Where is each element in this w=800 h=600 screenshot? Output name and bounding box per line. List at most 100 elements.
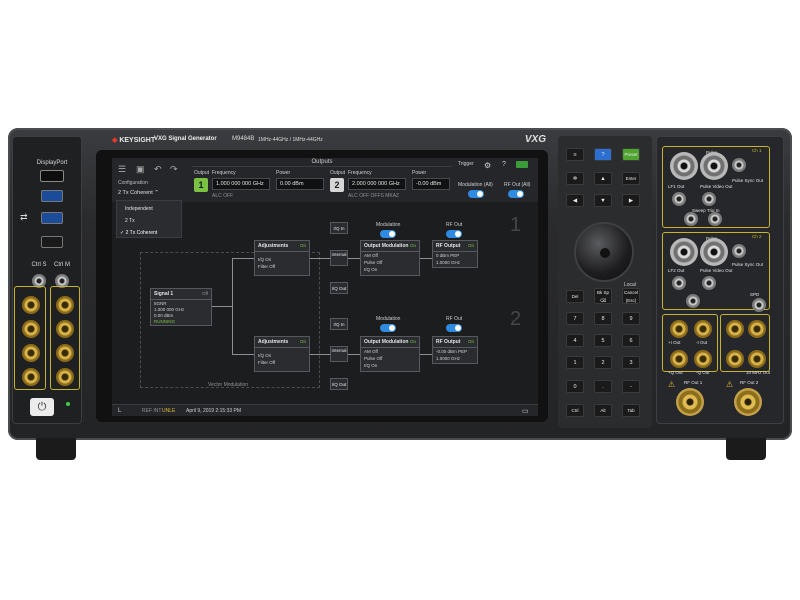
- ch2-modulation-toggle[interactable]: [380, 324, 396, 332]
- key-dot[interactable]: .: [594, 380, 612, 393]
- pulse-sync-connector[interactable]: [732, 244, 746, 258]
- gold-connector[interactable]: [726, 350, 744, 368]
- key-5[interactable]: 5: [594, 334, 612, 347]
- sweep-trig-in2-connector[interactable]: [686, 294, 700, 308]
- output1-number[interactable]: 1: [194, 178, 208, 192]
- del-key[interactable]: Del: [566, 290, 584, 303]
- backspace-key[interactable]: Bk Sp ⌫: [594, 288, 612, 304]
- ch2-output-modulation-block[interactable]: Output Modulation On AM Off Pulse Off I/…: [360, 336, 420, 372]
- help-key[interactable]: ?: [594, 148, 612, 161]
- menu-item-2tx-coherent[interactable]: ✓ 2 Tx Coherent: [120, 230, 157, 236]
- key-3[interactable]: 3: [622, 356, 640, 369]
- pulse1-connector[interactable]: [700, 152, 728, 180]
- ch1-switch-block[interactable]: Internal: [330, 250, 348, 266]
- undo-icon[interactable]: ↶: [154, 164, 162, 175]
- key-minus[interactable]: -: [622, 380, 640, 393]
- rf-connector[interactable]: [670, 238, 698, 266]
- key-6[interactable]: 6: [622, 334, 640, 347]
- ch2-adjustments-block[interactable]: Adjustments On I/Q On Filter Off: [254, 336, 310, 372]
- ch1-modulation-toggle[interactable]: [380, 230, 396, 238]
- power-button[interactable]: ⏻: [30, 398, 54, 416]
- ch1-rf-out-toggle[interactable]: [446, 230, 462, 238]
- gold-connector[interactable]: [694, 350, 712, 368]
- key-1[interactable]: 1: [566, 356, 584, 369]
- enter-key[interactable]: Enter: [622, 172, 640, 185]
- output1-frequency-field[interactable]: 1.000 000 000 GHz: [212, 178, 270, 190]
- redo-icon[interactable]: ↷: [170, 164, 178, 175]
- gold-connector[interactable]: [56, 296, 74, 314]
- rf-out1-connector[interactable]: [676, 388, 704, 416]
- key-8[interactable]: 8: [594, 312, 612, 325]
- lf1-out-connector[interactable]: [672, 192, 686, 206]
- displayport-connector[interactable]: [40, 170, 64, 182]
- usb-port-3[interactable]: [41, 236, 63, 248]
- left-arrow-key[interactable]: ◀: [566, 194, 584, 207]
- output2-power-field[interactable]: -0.00 dBm: [412, 178, 450, 190]
- ch1-output-modulation-block[interactable]: Output Modulation On AM Off Pulse Off I/…: [360, 240, 420, 276]
- usb-port-2[interactable]: [41, 212, 63, 224]
- lock-icon[interactable]: L: [118, 408, 121, 414]
- pulse-video-out2-connector[interactable]: [702, 276, 716, 290]
- signal-block[interactable]: Signal 1 Off 5GNR 1.000 000 GHz 0.00 dBm…: [150, 288, 212, 326]
- gold-connector[interactable]: [670, 350, 688, 368]
- rf-connector[interactable]: [670, 152, 698, 180]
- output2-frequency-field[interactable]: 2.000 000 000 GHz: [348, 178, 406, 190]
- menu-item-independent[interactable]: Independent: [125, 206, 153, 212]
- pulse-sync-connector[interactable]: [732, 158, 746, 172]
- gold-connector[interactable]: [22, 296, 40, 314]
- lf2-out-connector[interactable]: [672, 276, 686, 290]
- preset-key[interactable]: Preset: [622, 148, 640, 161]
- menu-item-2tx[interactable]: 2 Tx: [125, 218, 135, 224]
- key-7[interactable]: 7: [566, 312, 584, 325]
- ch2-iq-out-block[interactable]: I/Q Out: [330, 378, 348, 390]
- rf-out2-connector[interactable]: [734, 388, 762, 416]
- settings-key[interactable]: ✲: [566, 172, 584, 185]
- rotary-knob[interactable]: [574, 222, 634, 282]
- ch1-iq-in-block[interactable]: I/Q In: [330, 222, 348, 234]
- modulation-all-toggle[interactable]: [468, 190, 484, 198]
- menu-key[interactable]: ≡: [566, 148, 584, 161]
- tab-key[interactable]: Tab: [622, 404, 640, 417]
- menu-icon[interactable]: ☰: [118, 164, 126, 175]
- gold-connector[interactable]: [22, 344, 40, 362]
- gold-connector[interactable]: [22, 320, 40, 338]
- gold-connector[interactable]: [748, 320, 766, 338]
- output2-number[interactable]: 2: [330, 178, 344, 192]
- save-icon[interactable]: ▣: [136, 164, 145, 175]
- rf-out-all-toggle[interactable]: [508, 190, 524, 198]
- key-2[interactable]: 2: [594, 356, 612, 369]
- sweep-trig-out-connector[interactable]: [708, 212, 722, 226]
- down-arrow-key[interactable]: ▼: [594, 194, 612, 207]
- gear-icon[interactable]: ⚙: [484, 161, 491, 170]
- gold-connector[interactable]: [56, 368, 74, 386]
- usb-port-1[interactable]: [41, 190, 63, 202]
- ctrl-key[interactable]: Ctrl: [566, 404, 584, 417]
- pulse-video-out1-connector[interactable]: [702, 192, 716, 206]
- ch1-iq-out-block[interactable]: I/Q Out: [330, 282, 348, 294]
- gold-connector[interactable]: [22, 368, 40, 386]
- message-icon[interactable]: ▭: [522, 407, 529, 415]
- output1-power-field[interactable]: 0.00 dBm: [276, 178, 324, 190]
- gold-connector[interactable]: [748, 350, 766, 368]
- gold-connector[interactable]: [726, 320, 744, 338]
- gold-connector[interactable]: [694, 320, 712, 338]
- pulse2-connector[interactable]: [700, 238, 728, 266]
- ch1-adjustments-block[interactable]: Adjustments On I/Q On Filter Off: [254, 240, 310, 276]
- key-0[interactable]: 0: [566, 380, 584, 393]
- help-icon[interactable]: ?: [502, 161, 506, 168]
- gold-connector[interactable]: [56, 320, 74, 338]
- ch2-switch-block[interactable]: Internal: [330, 346, 348, 362]
- up-arrow-key[interactable]: ▲: [594, 172, 612, 185]
- sweep-trig-in-connector[interactable]: [684, 212, 698, 226]
- spd-connector[interactable]: [752, 298, 766, 312]
- alt-key[interactable]: Alt: [594, 404, 612, 417]
- gold-connector[interactable]: [670, 320, 688, 338]
- right-arrow-key[interactable]: ▶: [622, 194, 640, 207]
- ch2-rf-output-block[interactable]: RF Output On -0.00 dBm PEP 1.0000 GHz: [432, 336, 478, 364]
- ch2-iq-in-block[interactable]: I/Q In: [330, 318, 348, 330]
- ch2-rf-out-toggle[interactable]: [446, 324, 462, 332]
- configuration-dropdown[interactable]: 2 Tx Coherent ⌃: [118, 190, 159, 196]
- ch1-rf-output-block[interactable]: RF Output On 0 dBm PEP 1.0000 GHz: [432, 240, 478, 268]
- key-4[interactable]: 4: [566, 334, 584, 347]
- key-9[interactable]: 9: [622, 312, 640, 325]
